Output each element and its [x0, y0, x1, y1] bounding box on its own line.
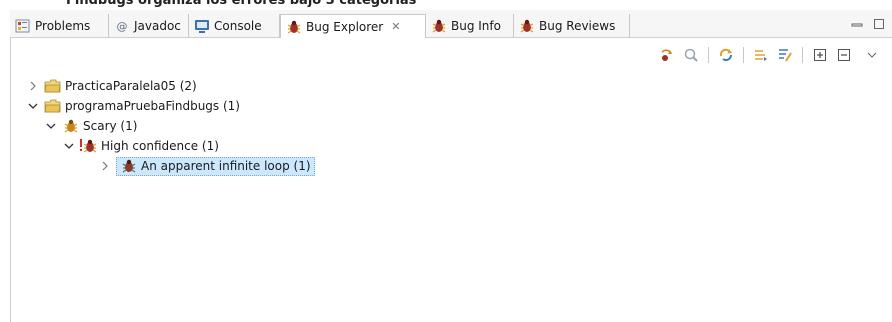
bug-icon [120, 158, 137, 174]
tab-bug-explorer[interactable]: Bug Explorer ✕ [280, 14, 426, 39]
view-toolbar [657, 44, 882, 66]
toolbar-separator [708, 47, 709, 63]
bug-scary-icon [62, 118, 79, 134]
tree-item-scary[interactable]: Scary (1) [44, 116, 137, 136]
chevron-down-icon[interactable] [62, 139, 76, 153]
tree-item-high-confidence[interactable]: High confidence (1) [62, 136, 219, 156]
collapse-all-icon[interactable] [834, 45, 854, 65]
tab-label: Problems [35, 19, 91, 33]
console-icon [194, 18, 210, 34]
view-window-controls [850, 18, 886, 30]
sync-icon[interactable] [716, 45, 736, 65]
filter-bugs-icon[interactable] [775, 45, 795, 65]
tab-label: Bug Reviews [539, 19, 616, 33]
selected-tree-item[interactable]: An apparent infinite loop (1) [116, 156, 315, 176]
tree-item-label: Scary (1) [83, 119, 138, 133]
bug-icon [286, 19, 302, 35]
tree-item-practicaparalela05[interactable]: PracticaParalela05 (2) [26, 76, 197, 96]
caption-text: Findbugs organiza los errores bajo 3 cat… [66, 0, 417, 8]
javadoc-icon: @ [116, 19, 128, 33]
tree-item-label: An apparent infinite loop (1) [141, 159, 311, 173]
tab-javadoc[interactable]: @ Javadoc [109, 14, 189, 38]
group-icon[interactable] [751, 45, 771, 65]
minimize-icon[interactable] [850, 18, 864, 30]
tab-bug-reviews[interactable]: Bug Reviews [514, 14, 630, 38]
view-menu-icon[interactable] [862, 45, 882, 65]
tab-label: Bug Explorer [306, 19, 384, 34]
folder-icon [44, 78, 61, 94]
tab-label: Bug Info [451, 19, 501, 33]
bug-icon [431, 18, 447, 34]
bug-high-confidence-icon [80, 138, 97, 154]
tree-item-label: PracticaParalela05 (2) [65, 79, 197, 93]
tab-bug-info[interactable]: Bug Info [426, 14, 514, 38]
go-to-bug-icon[interactable] [657, 45, 677, 65]
tree-item-label: High confidence (1) [101, 139, 219, 153]
tree-item-programapruebafindbugs[interactable]: programaPruebaFindbugs (1) [26, 96, 240, 116]
bug-icon [519, 18, 535, 34]
toolbar-separator [743, 47, 744, 63]
maximize-icon[interactable] [872, 18, 886, 30]
chevron-right-icon[interactable] [98, 159, 112, 173]
tab-label: Console [214, 19, 262, 33]
close-icon[interactable]: ✕ [391, 20, 400, 33]
tree-item-label: programaPruebaFindbugs (1) [65, 99, 240, 113]
expand-all-icon[interactable] [810, 45, 830, 65]
view-tab-bar: Problems @ Javadoc Console Bug Explorer … [10, 10, 892, 39]
toolbar-separator [802, 47, 803, 63]
chevron-right-icon[interactable] [26, 79, 40, 93]
filter-icon[interactable] [681, 45, 701, 65]
tab-label: Javadoc [134, 19, 181, 33]
folder-icon [44, 98, 61, 114]
tab-console[interactable]: Console [189, 14, 280, 38]
problems-icon [15, 18, 31, 34]
tree-item-infinite-loop[interactable]: An apparent infinite loop (1) [98, 156, 315, 176]
chevron-down-icon[interactable] [26, 99, 40, 113]
partial-caption: Findbugs organiza los errores bajo 3 cat… [0, 0, 892, 8]
chevron-down-icon[interactable] [44, 119, 58, 133]
tab-problems[interactable]: Problems [10, 14, 109, 38]
